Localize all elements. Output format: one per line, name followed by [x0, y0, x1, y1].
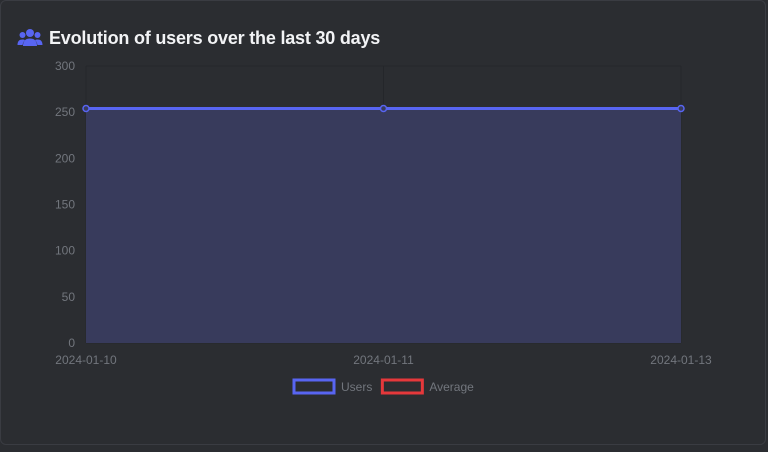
y-tick-label: 150 — [55, 198, 75, 212]
series-area-users — [86, 108, 681, 344]
y-tick-label: 200 — [55, 151, 75, 165]
data-point — [677, 104, 685, 113]
data-point — [379, 104, 388, 113]
y-tick-label: 250 — [55, 105, 75, 119]
x-tick-label: 2024-01-10 — [55, 353, 117, 367]
legend-swatch-average — [380, 378, 424, 395]
data-point — [82, 104, 90, 113]
legend-label-average: Average — [429, 380, 474, 394]
legend-label-users: Users — [341, 380, 372, 394]
y-tick-label: 300 — [55, 59, 75, 73]
y-tick-label: 0 — [68, 336, 75, 350]
x-tick-label: 2024-01-13 — [650, 353, 712, 367]
x-tick-label: 2024-01-11 — [353, 353, 414, 367]
y-tick-label: 100 — [55, 244, 75, 258]
legend-swatch-users — [292, 378, 336, 395]
line-chart: 0 50 100 150 200 250 300 2024-01-10 2024-01-11 20… — [55, 59, 712, 395]
y-tick-label: 50 — [62, 290, 76, 304]
chart-area: 0 50 100 150 200 250 300 2024-01-10 2024-01-11 20… — [0, 0, 768, 447]
